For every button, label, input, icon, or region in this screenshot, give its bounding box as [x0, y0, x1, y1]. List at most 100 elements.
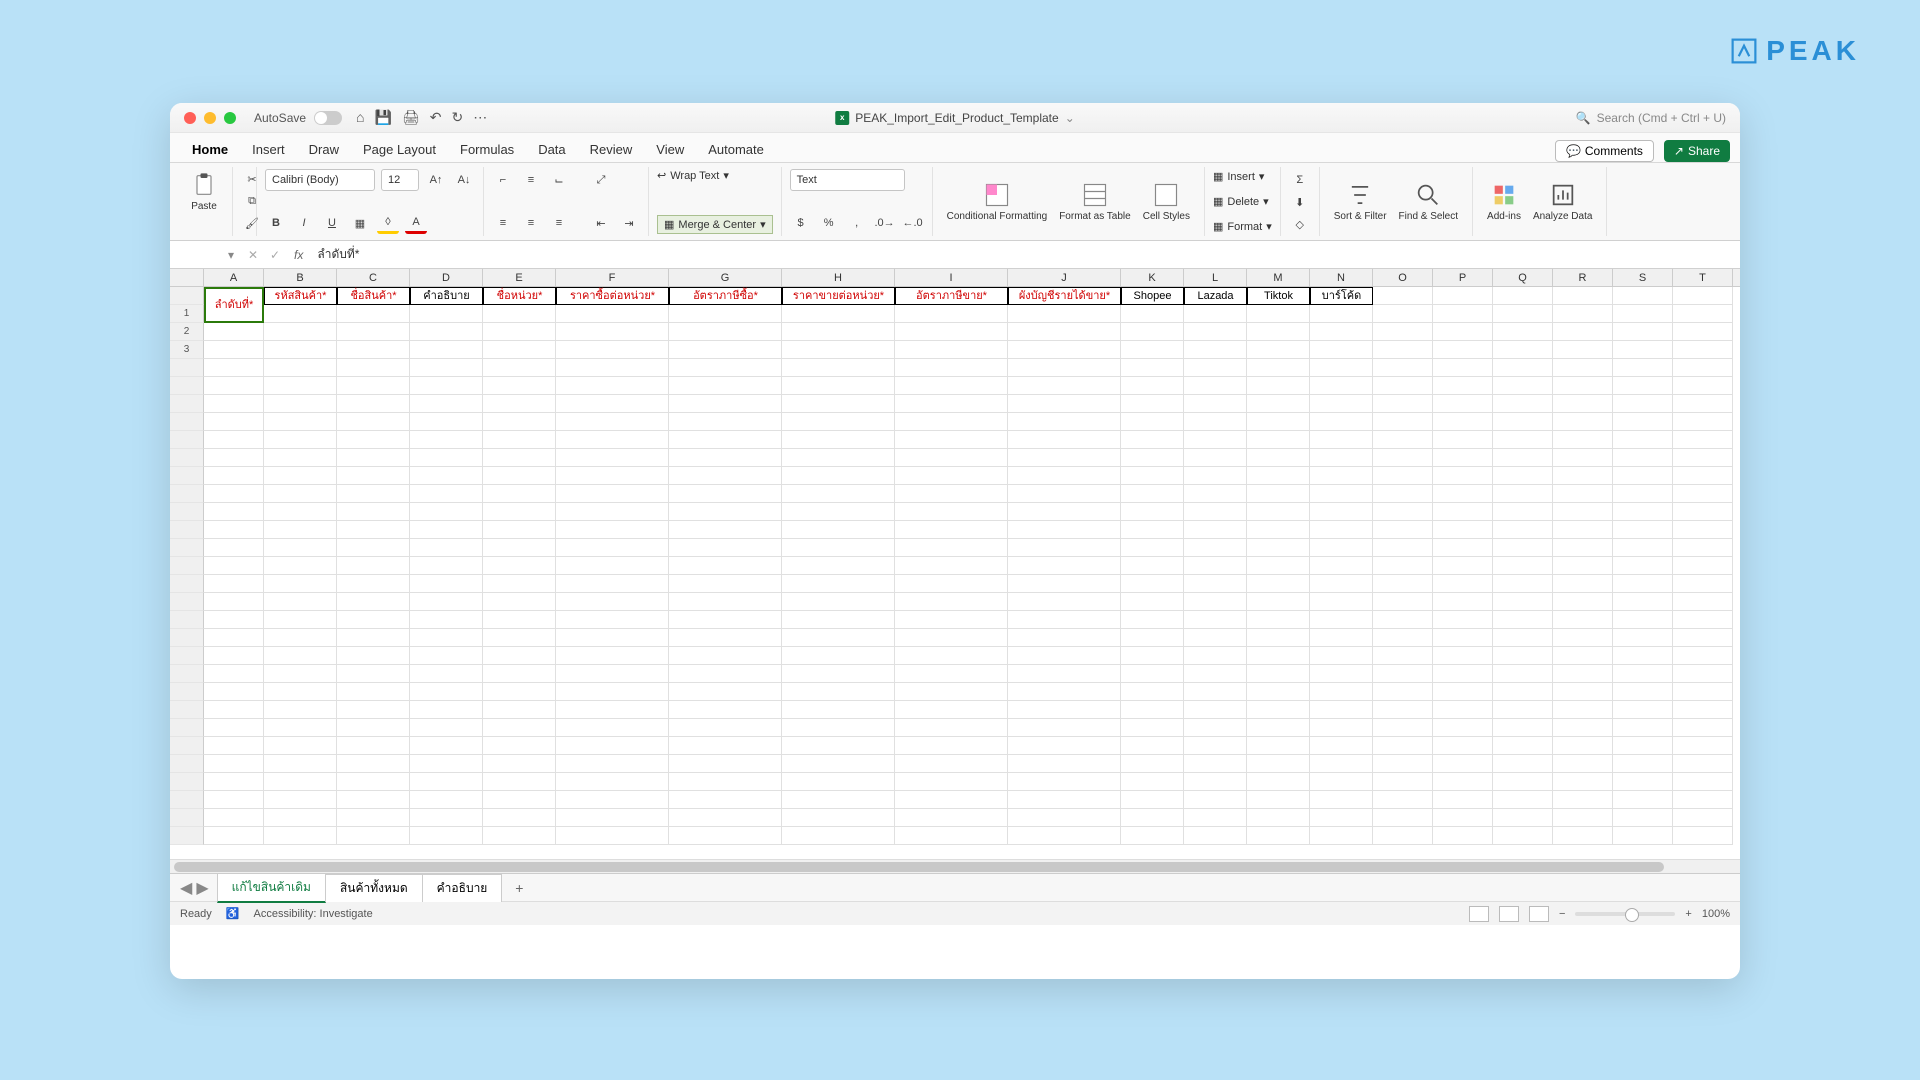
table-row[interactable]	[170, 557, 1740, 575]
autosave-toggle[interactable]	[314, 111, 342, 125]
header-buy-tax[interactable]: อัตราภาษีซื้อ*	[669, 287, 782, 305]
table-row[interactable]	[170, 809, 1740, 827]
header-lazada[interactable]: Lazada	[1184, 287, 1247, 305]
close-icon[interactable]	[184, 112, 196, 124]
maximize-icon[interactable]	[224, 112, 236, 124]
tab-formulas[interactable]: Formulas	[448, 137, 526, 162]
border-button[interactable]: ▦	[349, 212, 371, 234]
table-row[interactable]	[170, 683, 1740, 701]
tab-review[interactable]: Review	[578, 137, 645, 162]
analyze-data-button[interactable]: Analyze Data	[1527, 179, 1598, 224]
formula-input[interactable]: ลำดับที่*	[311, 245, 1740, 264]
col-head[interactable]: B	[264, 269, 337, 286]
col-head[interactable]: M	[1247, 269, 1310, 286]
col-head[interactable]: K	[1121, 269, 1184, 286]
page-break-view-button[interactable]	[1529, 906, 1549, 922]
format-cells-button[interactable]: ▦ Format ▾	[1213, 220, 1272, 233]
align-center-icon[interactable]: ≡	[520, 212, 542, 234]
increase-indent-icon[interactable]: ⇥	[618, 212, 640, 234]
table-row[interactable]: 3	[170, 341, 1740, 359]
sheet-tab[interactable]: สินค้าทั้งหมด	[325, 874, 423, 902]
col-head[interactable]: N	[1310, 269, 1373, 286]
cancel-formula-icon[interactable]: ✕	[242, 244, 264, 266]
table-row[interactable]	[170, 359, 1740, 377]
normal-view-button[interactable]	[1469, 906, 1489, 922]
tab-data[interactable]: Data	[526, 137, 577, 162]
align-left-icon[interactable]: ≡	[492, 212, 514, 234]
table-row[interactable]	[170, 485, 1740, 503]
autosum-icon[interactable]: Σ	[1289, 169, 1311, 191]
col-head[interactable]: F	[556, 269, 669, 286]
addins-button[interactable]: Add-ins	[1481, 179, 1527, 224]
fx-icon[interactable]: fx	[286, 248, 311, 262]
find-select-button[interactable]: Find & Select	[1393, 179, 1464, 224]
table-row[interactable]: 2	[170, 323, 1740, 341]
table-row[interactable]	[170, 377, 1740, 395]
header-product-name[interactable]: ชื่อสินค้า*	[337, 287, 410, 305]
add-sheet-button[interactable]: +	[507, 876, 531, 900]
table-row[interactable]	[170, 665, 1740, 683]
page-layout-view-button[interactable]	[1499, 906, 1519, 922]
table-row[interactable]	[170, 629, 1740, 647]
tab-view[interactable]: View	[644, 137, 696, 162]
bold-button[interactable]: B	[265, 212, 287, 234]
col-head[interactable]: D	[410, 269, 483, 286]
table-row[interactable]	[170, 755, 1740, 773]
document-title[interactable]: PEAK_Import_Edit_Product_Template	[855, 111, 1058, 125]
home-icon[interactable]: ⌂	[356, 109, 364, 126]
col-head[interactable]: P	[1433, 269, 1493, 286]
col-head[interactable]: E	[483, 269, 556, 286]
sheet-tab[interactable]: แก้ไขสินค้าเดิม	[217, 873, 326, 903]
table-row[interactable]	[170, 449, 1740, 467]
accept-formula-icon[interactable]: ✓	[264, 244, 286, 266]
table-row[interactable]	[170, 503, 1740, 521]
status-accessibility[interactable]: Accessibility: Investigate	[254, 908, 373, 920]
tab-home[interactable]: Home	[180, 137, 240, 162]
table-row[interactable]	[170, 827, 1740, 845]
col-head[interactable]: I	[895, 269, 1008, 286]
col-head[interactable]: H	[782, 269, 895, 286]
col-head[interactable]: Q	[1493, 269, 1553, 286]
col-head[interactable]: G	[669, 269, 782, 286]
align-bottom-icon[interactable]: ⌙	[548, 169, 570, 191]
namebox-dropdown-icon[interactable]: ▾	[228, 248, 234, 262]
header-unit-name[interactable]: ชื่อหน่วย*	[483, 287, 556, 305]
table-row[interactable]	[170, 395, 1740, 413]
header-tiktok[interactable]: Tiktok	[1247, 287, 1310, 305]
increase-decimal-icon[interactable]: .0→	[874, 212, 896, 234]
conditional-formatting-button[interactable]: Conditional Formatting	[941, 179, 1054, 224]
font-color-button[interactable]: A	[405, 212, 427, 234]
table-row[interactable]	[170, 791, 1740, 809]
sort-filter-button[interactable]: Sort & Filter	[1328, 179, 1393, 224]
col-head[interactable]: J	[1008, 269, 1121, 286]
comments-button[interactable]: 💬 Comments	[1555, 140, 1654, 162]
header-description[interactable]: คำอธิบาย	[410, 287, 483, 305]
fill-down-icon[interactable]: ⬇	[1289, 191, 1311, 213]
currency-icon[interactable]: $	[790, 212, 812, 234]
paste-button[interactable]: Paste	[184, 169, 224, 214]
table-row[interactable]	[170, 539, 1740, 557]
percent-icon[interactable]: %	[818, 212, 840, 234]
header-product-code[interactable]: รหัสสินค้า*	[264, 287, 337, 305]
table-row[interactable]	[170, 773, 1740, 791]
sheet-tab[interactable]: คำอธิบาย	[422, 874, 503, 902]
align-right-icon[interactable]: ≡	[548, 212, 570, 234]
italic-button[interactable]: I	[293, 212, 315, 234]
header-sale-tax[interactable]: อัตราภาษีขาย*	[895, 287, 1008, 305]
redo-icon[interactable]: ↻	[451, 109, 463, 126]
number-format-select[interactable]: Text	[790, 169, 905, 191]
col-head[interactable]: L	[1184, 269, 1247, 286]
delete-cells-button[interactable]: ▦ Delete ▾	[1213, 195, 1272, 208]
print-icon[interactable]: 🖨	[402, 109, 420, 126]
fill-color-button[interactable]: ◊	[377, 212, 399, 234]
table-row[interactable]: 1	[170, 305, 1740, 323]
table-row[interactable]	[170, 737, 1740, 755]
font-name-select[interactable]: Calibri (Body)	[265, 169, 375, 191]
spreadsheet-grid[interactable]: A B C D E F G H I J K L M N O P Q R S T …	[170, 269, 1740, 859]
merge-center-button[interactable]: ▦ Merge & Center ▾	[657, 215, 773, 234]
minimize-icon[interactable]	[204, 112, 216, 124]
horizontal-scrollbar[interactable]	[170, 859, 1740, 873]
save-icon[interactable]: 💾	[375, 109, 392, 126]
header-revenue-account[interactable]: ผังบัญชีรายได้ขาย*	[1008, 287, 1121, 305]
font-size-select[interactable]: 12	[381, 169, 419, 191]
